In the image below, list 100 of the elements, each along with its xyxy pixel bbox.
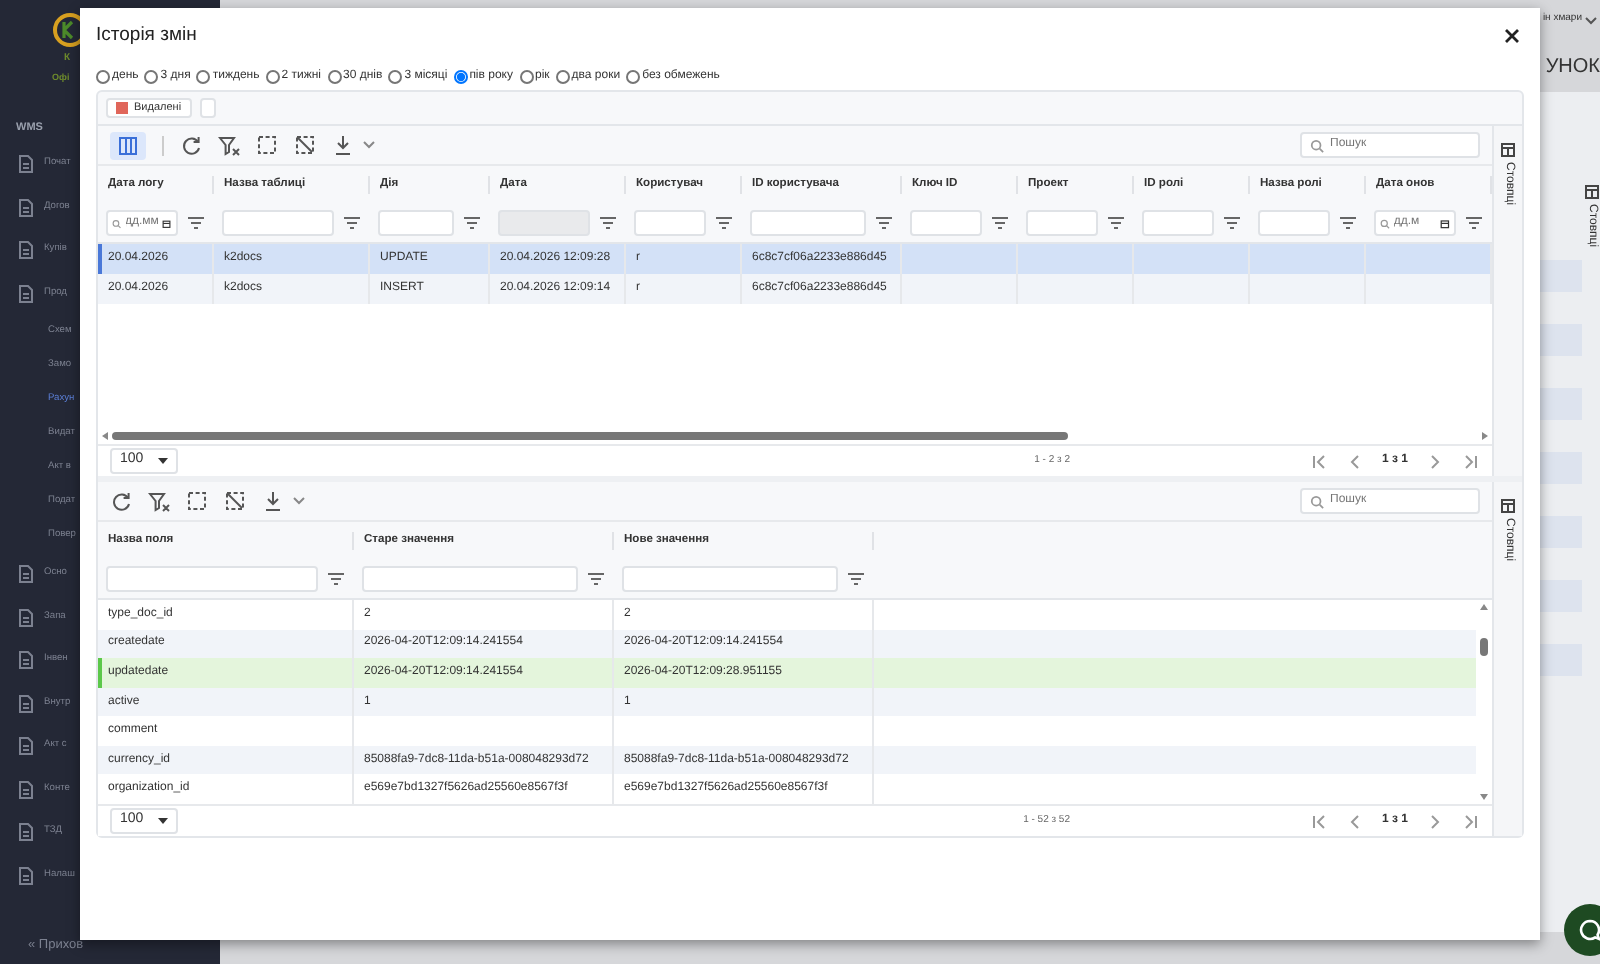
- filter-icon[interactable]: [874, 214, 894, 232]
- document-icon[interactable]: [16, 197, 36, 217]
- previous-page-icon[interactable]: [1348, 453, 1362, 469]
- document-icon[interactable]: [16, 240, 36, 260]
- caret-icon[interactable]: [1584, 15, 1598, 25]
- first-page-icon[interactable]: [1310, 453, 1328, 469]
- filter-field[interactable]: [910, 210, 982, 236]
- calendar-icon[interactable]: [1440, 215, 1450, 231]
- download-icon[interactable]: [332, 134, 354, 156]
- columns-icon[interactable]: [1500, 142, 1516, 158]
- filter-icon[interactable]: [186, 214, 206, 232]
- scrollbar-thumb[interactable]: [1480, 638, 1488, 656]
- table-row: [1540, 260, 1582, 292]
- dropdown-caret-icon: [158, 458, 168, 464]
- refresh-icon[interactable]: [180, 134, 202, 156]
- columns-toggle-button[interactable]: [110, 131, 146, 159]
- filter-field[interactable]: [106, 566, 318, 592]
- filter-icon[interactable]: [342, 214, 362, 232]
- filter-icon[interactable]: [462, 214, 482, 232]
- square-icon: [116, 102, 128, 114]
- scroll-right-icon[interactable]: [1482, 431, 1488, 439]
- document-icon[interactable]: [16, 779, 36, 799]
- filter-icon[interactable]: [598, 214, 618, 232]
- radio-button[interactable]: [265, 69, 280, 83]
- scroll-up-icon[interactable]: [1480, 604, 1488, 610]
- document-icon[interactable]: [16, 564, 36, 584]
- table-row: [1540, 452, 1582, 484]
- filter-field[interactable]: [750, 210, 866, 236]
- close-icon[interactable]: [1504, 28, 1520, 44]
- filter-icon[interactable]: [1464, 214, 1484, 232]
- scroll-left-icon[interactable]: [102, 431, 108, 439]
- refresh-icon[interactable]: [110, 490, 132, 512]
- filter-icon[interactable]: [1338, 214, 1358, 232]
- next-page-icon[interactable]: [1428, 453, 1442, 469]
- document-icon[interactable]: [16, 607, 36, 627]
- next-page-icon[interactable]: [1428, 813, 1442, 829]
- radio-button[interactable]: [626, 69, 641, 83]
- first-page-icon[interactable]: [1310, 813, 1328, 829]
- filter-icon[interactable]: [1106, 214, 1126, 232]
- last-page-icon[interactable]: [1462, 813, 1480, 829]
- dialog-title: Історія змін: [96, 21, 197, 50]
- document-icon[interactable]: [16, 822, 36, 842]
- caret-icon[interactable]: [362, 140, 376, 150]
- filter-field: [498, 210, 590, 236]
- download-icon[interactable]: [262, 490, 284, 512]
- deselect-icon[interactable]: [224, 490, 246, 512]
- filter-icon[interactable]: [714, 214, 734, 232]
- filter-field[interactable]: [622, 566, 838, 592]
- filter-icon[interactable]: [1222, 214, 1242, 232]
- deselect-icon[interactable]: [294, 134, 316, 156]
- scroll-down-icon[interactable]: [1480, 794, 1488, 800]
- table-row: [1540, 580, 1582, 612]
- columns-icon[interactable]: [1500, 498, 1516, 514]
- radio-button[interactable]: [519, 69, 533, 83]
- filter-field[interactable]: [1258, 210, 1330, 236]
- radio-button[interactable]: [555, 69, 570, 83]
- select-all-icon[interactable]: [256, 134, 278, 156]
- filter-field[interactable]: [1142, 210, 1214, 236]
- radio-button[interactable]: [196, 69, 211, 83]
- caret-icon[interactable]: [292, 496, 306, 506]
- chat-icon: [1578, 918, 1600, 942]
- filter-icon[interactable]: [326, 570, 346, 588]
- radio-button[interactable]: [453, 69, 468, 83]
- document-icon[interactable]: [16, 283, 36, 303]
- calendar-icon[interactable]: [162, 215, 172, 231]
- radio-button[interactable]: [96, 69, 110, 83]
- table-row: [1540, 324, 1582, 356]
- select-all-icon[interactable]: [186, 490, 208, 512]
- document-icon[interactable]: [16, 650, 36, 670]
- search-icon: [1310, 137, 1324, 153]
- page-title: УНОК: [1545, 53, 1600, 81]
- filter-field[interactable]: [1026, 210, 1098, 236]
- table-row: [1540, 644, 1582, 676]
- filter-icon[interactable]: [846, 570, 866, 588]
- filter-field[interactable]: [634, 210, 706, 236]
- columns-icon[interactable]: [1583, 184, 1599, 200]
- filter-field[interactable]: [222, 210, 334, 236]
- filter-icon[interactable]: [586, 570, 606, 588]
- document-icon[interactable]: [16, 693, 36, 713]
- clear-filter-icon[interactable]: [218, 134, 240, 156]
- radio-button[interactable]: [327, 69, 342, 83]
- radio-button[interactable]: [144, 69, 159, 83]
- table-row: [1540, 516, 1582, 548]
- search-icon: [1380, 215, 1390, 231]
- scrollbar-thumb[interactable]: [112, 431, 1069, 439]
- columns-icon: [118, 135, 138, 155]
- radio-button[interactable]: [388, 69, 403, 83]
- filter-icon[interactable]: [990, 214, 1010, 232]
- search-icon: [112, 215, 122, 231]
- document-icon[interactable]: [16, 154, 36, 174]
- previous-page-icon[interactable]: [1348, 813, 1362, 829]
- last-page-icon[interactable]: [1462, 453, 1480, 469]
- dropdown-caret-icon: [158, 818, 168, 824]
- clear-filter-icon[interactable]: [148, 490, 170, 512]
- filter-field[interactable]: [378, 210, 454, 236]
- search-icon: [1310, 493, 1324, 509]
- document-icon[interactable]: [16, 736, 36, 756]
- document-icon[interactable]: [16, 865, 36, 885]
- filter-field[interactable]: [362, 566, 578, 592]
- table-row: [1540, 388, 1582, 420]
